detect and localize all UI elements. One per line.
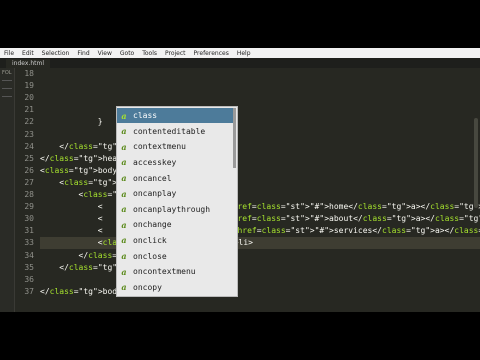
autocomplete-item-label: onclick bbox=[133, 235, 167, 245]
autocomplete-item-label: oncanplaythrough bbox=[133, 204, 211, 214]
autocomplete-item-label: oncontextmenu bbox=[133, 267, 196, 277]
attribute-icon: a bbox=[121, 126, 127, 137]
line-number: 23 bbox=[24, 129, 34, 139]
autocomplete-item-class[interactable]: a class bbox=[117, 108, 233, 124]
autocomplete-item-label: oncanplay bbox=[133, 189, 177, 199]
sidebar-item[interactable] bbox=[2, 88, 12, 95]
menu-item-edit[interactable]: Edit bbox=[22, 50, 34, 57]
vertical-scrollbar[interactable] bbox=[474, 118, 478, 208]
line-number: 34 bbox=[24, 250, 34, 260]
autocomplete-item-oncopy[interactable]: a oncopy bbox=[117, 280, 233, 295]
menu-item-project[interactable]: Project bbox=[165, 50, 186, 57]
autocomplete-item-label: onclose bbox=[133, 251, 167, 261]
autocomplete-item-contextmenu[interactable]: a contextmenu bbox=[117, 139, 233, 154]
autocomplete-item-onclose[interactable]: a onclose bbox=[117, 248, 233, 263]
autocomplete-item-onclick[interactable]: a onclick bbox=[117, 233, 233, 248]
autocomplete-item-label: oncopy bbox=[133, 282, 162, 292]
attribute-icon: a bbox=[121, 110, 127, 121]
line-number: 28 bbox=[24, 190, 34, 199]
sidebar-item[interactable] bbox=[2, 96, 12, 103]
autocomplete-item-label: onchange bbox=[133, 220, 172, 230]
code-line[interactable]: </class="tg">body> bbox=[40, 286, 127, 298]
autocomplete-item-label: contenteditable bbox=[133, 126, 206, 136]
attribute-icon: a bbox=[121, 188, 127, 199]
line-number: 35 bbox=[24, 262, 34, 272]
line-number: 36 bbox=[24, 274, 34, 284]
sidebar-folders-label: FOL bbox=[2, 70, 12, 76]
line-number: 18 bbox=[24, 69, 34, 78]
autocomplete-item-onchange[interactable]: a onchange bbox=[117, 217, 233, 232]
autocomplete-scrollbar[interactable] bbox=[233, 108, 236, 168]
line-number: 20 bbox=[24, 93, 34, 103]
menu-item-tools[interactable]: Tools bbox=[142, 50, 157, 57]
editor-window: File Edit Selection Find View Goto Tools Projec… bbox=[0, 48, 480, 312]
code-line[interactable]: < href=class="st">"#">about</class="tg">… bbox=[40, 213, 480, 225]
autocomplete-item-contenteditable[interactable]: a contenteditable bbox=[117, 124, 233, 139]
tab-bar: index.html bbox=[0, 58, 480, 68]
code-line[interactable]: </class="tg">head> bbox=[40, 153, 127, 165]
code-line[interactable]: <class="tg">body> bbox=[40, 165, 122, 177]
autocomplete-item-oncontextmenu[interactable]: a oncontextmenu bbox=[117, 264, 233, 279]
attribute-icon: a bbox=[121, 141, 127, 152]
line-number: 21 bbox=[24, 105, 34, 115]
line-number: 30 bbox=[24, 214, 34, 224]
tab-index-html[interactable]: index.html bbox=[6, 59, 50, 68]
menu-item-preferences[interactable]: Preferences bbox=[194, 50, 229, 57]
menu-item-help[interactable]: Help bbox=[237, 50, 251, 57]
line-number: 26 bbox=[24, 165, 34, 175]
attribute-icon: a bbox=[121, 251, 127, 262]
line-number: 25 bbox=[24, 153, 34, 163]
line-number: 19 bbox=[24, 81, 34, 91]
code-area[interactable]: } </class="tg">style></class="tg">head><… bbox=[40, 68, 480, 312]
autocomplete-item-label: contextmenu bbox=[133, 142, 186, 152]
menu-item-view[interactable]: View bbox=[98, 50, 112, 57]
code-line[interactable]: < href=class="st">"#">home</class="tg">a… bbox=[40, 201, 480, 213]
attribute-icon: a bbox=[121, 173, 127, 184]
autocomplete-item-oncanplaythrough[interactable]: a oncanplaythrough bbox=[117, 202, 233, 217]
line-number: 37 bbox=[24, 286, 34, 296]
menu-item-file[interactable]: File bbox=[4, 50, 14, 57]
line-number: 27 bbox=[24, 177, 34, 187]
autocomplete-item-label: accesskey bbox=[133, 157, 177, 167]
autocomplete-item-label: class bbox=[133, 111, 158, 121]
line-number: 29 bbox=[24, 202, 34, 212]
autocomplete-item-oncancel[interactable]: a oncancel bbox=[117, 170, 233, 185]
line-number: 24 bbox=[24, 141, 34, 151]
autocomplete-item-oncanplay[interactable]: a oncanplay bbox=[117, 186, 233, 201]
attribute-icon: a bbox=[121, 235, 127, 246]
autocomplete-item-accesskey[interactable]: a accesskey bbox=[117, 155, 233, 170]
attribute-icon: a bbox=[121, 157, 127, 168]
menu-item-find[interactable]: Find bbox=[77, 50, 89, 57]
attribute-icon: a bbox=[121, 266, 127, 277]
sidebar-item[interactable] bbox=[2, 80, 12, 87]
code-line[interactable]: } bbox=[40, 116, 103, 128]
attribute-icon: a bbox=[121, 219, 127, 230]
attribute-icon: a bbox=[121, 282, 127, 293]
menu-bar: File Edit Selection Find View Goto Tools Projec… bbox=[0, 48, 480, 58]
line-number: 33 bbox=[24, 238, 34, 248]
line-number-gutter: 18 19 20 21 22 23 24 25 26 27 28 29 30 31 33 34 35 36 37 bbox=[14, 68, 36, 312]
code-line[interactable]: < n href=class="st">"#">services</class=… bbox=[40, 225, 480, 237]
menu-item-goto[interactable]: Goto bbox=[120, 50, 134, 57]
attribute-icon: a bbox=[121, 204, 127, 215]
line-number: 22 bbox=[24, 117, 34, 127]
menu-item-selection[interactable]: Selection bbox=[42, 50, 70, 57]
sidebar: FOL bbox=[0, 68, 15, 312]
autocomplete-item-label: oncancel bbox=[133, 173, 172, 183]
line-number: 31 bbox=[24, 226, 34, 236]
autocomplete-popup: a class a contenteditable a contextmenu a acces… bbox=[116, 106, 238, 297]
